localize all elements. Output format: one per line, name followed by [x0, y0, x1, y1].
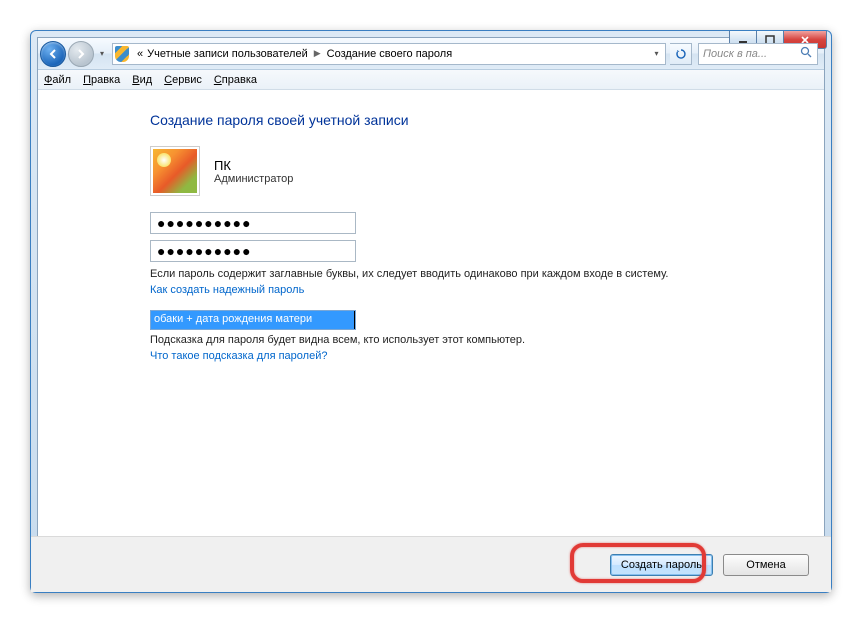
window-content: ▾ « Учетные записи пользователей ▶ Созда… [37, 37, 825, 586]
hint-note: Подсказка для пароля будет видна всем, к… [150, 334, 824, 346]
avatar [150, 146, 200, 196]
user-info: ПК Администратор [150, 146, 824, 196]
menu-tools[interactable]: Сервис [164, 74, 202, 86]
breadcrumb-parent[interactable]: Учетные записи пользователей [147, 48, 308, 60]
password-field[interactable]: ●●●●●●●●●● [150, 212, 356, 234]
nav-back-button[interactable] [40, 41, 66, 67]
window-chrome: ▾ « Учетные записи пользователей ▶ Созда… [30, 30, 832, 593]
caps-note: Если пароль содержит заглавные буквы, их… [150, 268, 824, 280]
nav-history-dropdown[interactable]: ▾ [96, 42, 108, 66]
password-confirm-field[interactable]: ●●●●●●●●●● [150, 240, 356, 262]
breadcrumb-separator-icon: ▶ [308, 48, 327, 59]
password-hint-field[interactable]: обаки + дата рождения матери [150, 310, 356, 330]
nav-bar: ▾ « Учетные записи пользователей ▶ Созда… [38, 38, 824, 70]
control-panel-icon [115, 46, 133, 62]
search-placeholder: Поиск в па... [703, 48, 767, 60]
content-area: Создание пароля своей учетной записи ПК … [38, 90, 824, 529]
breadcrumb-current[interactable]: Создание своего пароля [327, 48, 453, 60]
search-input[interactable]: Поиск в па... [698, 43, 818, 65]
strong-password-link[interactable]: Как создать надежный пароль [150, 284, 304, 296]
menu-edit[interactable]: Правка [83, 74, 120, 86]
page-title: Создание пароля своей учетной записи [150, 112, 824, 128]
user-name: ПК [214, 158, 293, 173]
refresh-button[interactable] [670, 43, 692, 65]
menu-view[interactable]: Вид [132, 74, 152, 86]
menu-help[interactable]: Справка [214, 74, 257, 86]
hint-help-link[interactable]: Что такое подсказка для паролей? [150, 350, 327, 362]
menu-file[interactable]: Файл [44, 74, 71, 86]
create-password-button[interactable]: Создать пароль [610, 554, 713, 576]
cancel-button[interactable]: Отмена [723, 554, 809, 576]
footer-bar: Создать пароль Отмена [31, 536, 831, 592]
search-icon [800, 46, 813, 62]
user-role: Администратор [214, 173, 293, 185]
breadcrumb-prefix: « [137, 48, 143, 60]
address-dropdown-icon[interactable]: ▾ [649, 49, 663, 58]
nav-forward-button[interactable] [68, 41, 94, 67]
address-bar[interactable]: « Учетные записи пользователей ▶ Создани… [112, 43, 666, 65]
menu-bar: Файл Правка Вид Сервис Справка [38, 70, 824, 90]
